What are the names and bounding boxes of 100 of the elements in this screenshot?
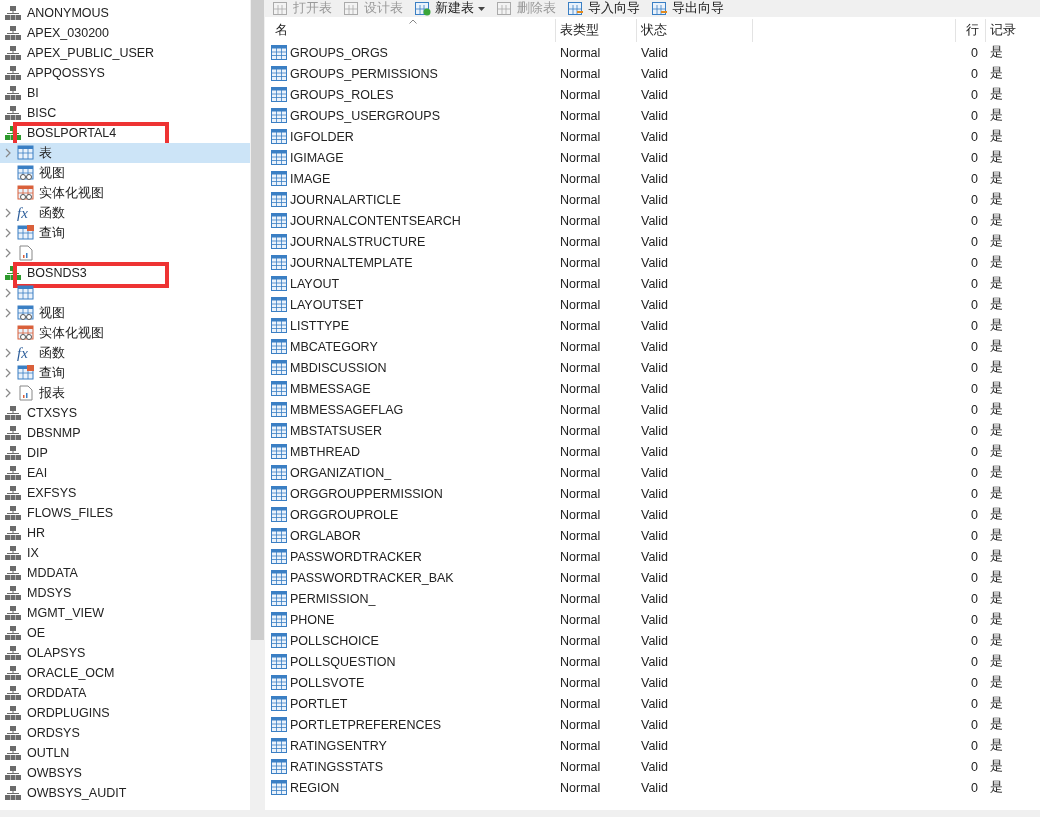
schema-name[interactable]: IX xyxy=(27,545,39,561)
schema-name[interactable]: MDDATA xyxy=(27,565,78,581)
table-name[interactable]: MBCATEGORY xyxy=(290,339,378,354)
table-name[interactable]: JOURNALARTICLE xyxy=(290,192,401,207)
row-count: 0 xyxy=(970,675,979,690)
schema-name[interactable]: OE xyxy=(27,625,46,641)
chevron-icon[interactable] xyxy=(5,228,11,238)
table-name[interactable]: POLLSVOTE xyxy=(290,675,365,690)
schema-name[interactable]: ORDPLUGINS xyxy=(27,705,110,721)
chevron-icon[interactable] xyxy=(5,308,11,318)
schema-name[interactable]: CTXSYS xyxy=(27,405,77,421)
schema-name[interactable]: BOSLPORTAL4 xyxy=(27,125,117,141)
tree-item[interactable]: 视图 xyxy=(0,163,250,183)
chevron-icon[interactable] xyxy=(5,368,11,378)
schema-name[interactable]: BI xyxy=(27,85,39,101)
schema-name[interactable]: HR xyxy=(27,525,46,541)
schema-name[interactable]: MGMT_VIEW xyxy=(27,605,105,621)
table-name[interactable]: JOURNALCONTENTSEARCH xyxy=(290,213,461,228)
table-name[interactable]: MBSTATSUSER xyxy=(290,423,382,438)
table-name[interactable]: GROUPS_USERGROUPS xyxy=(290,108,441,123)
schema-name[interactable]: ANONYMOUS xyxy=(27,5,109,21)
tree-item[interactable]: fx 函数 xyxy=(0,343,250,363)
caret-icon[interactable] xyxy=(478,6,485,11)
tree-item[interactable]: 实体化视图 xyxy=(0,323,250,343)
sort-icon[interactable] xyxy=(409,19,417,24)
table-type: Normal xyxy=(559,129,602,144)
table-name[interactable]: GROUPS_ORGS xyxy=(290,45,388,60)
table-name[interactable]: RATINGSENTRY xyxy=(290,738,387,753)
schema-name[interactable]: EXFSYS xyxy=(27,485,77,501)
schema-name[interactable]: ORACLE_OCM xyxy=(27,665,115,681)
scrollbar-thumb[interactable] xyxy=(250,0,265,640)
table-name[interactable]: MBMESSAGE xyxy=(290,381,371,396)
table-name[interactable]: IGFOLDER xyxy=(290,129,354,144)
table-name[interactable]: ORGANIZATION_ xyxy=(290,465,392,480)
table-icon xyxy=(271,654,287,669)
chevron-icon[interactable] xyxy=(5,388,11,398)
export-table-button[interactable]: 导出向导 xyxy=(650,0,726,17)
table-name[interactable]: ORGGROUPPERMISSION xyxy=(290,486,443,501)
new-table-button[interactable]: 新建表 xyxy=(413,0,487,17)
tree-item[interactable]: 表 xyxy=(0,143,250,163)
schema-name[interactable]: EAI xyxy=(27,465,48,481)
schema-name[interactable]: ORDSYS xyxy=(27,725,80,741)
table-name[interactable]: PHONE xyxy=(290,612,335,627)
tree-item[interactable]: 查询 xyxy=(0,363,250,383)
column-header[interactable]: 行 xyxy=(955,19,985,42)
import-table-button[interactable]: 导入向导 xyxy=(566,0,642,17)
schema-name[interactable]: DIP xyxy=(27,445,48,461)
table-name[interactable]: POLLSQUESTION xyxy=(290,654,396,669)
schema-name[interactable]: APEX_030200 xyxy=(27,25,109,41)
tree-item[interactable]: 视图 xyxy=(0,303,250,323)
table-name[interactable]: POLLSCHOICE xyxy=(290,633,379,648)
table-icon xyxy=(271,423,287,438)
tree-item[interactable]: 报表 xyxy=(0,383,250,403)
chevron-icon[interactable] xyxy=(5,248,11,258)
schema-name[interactable]: APPQOSSYS xyxy=(27,65,105,81)
column-header[interactable]: 表类型 xyxy=(555,19,636,42)
schema-name[interactable]: BOSNDS3 xyxy=(27,265,87,281)
schema-name[interactable]: OWBSYS xyxy=(27,765,82,781)
tree-item[interactable]: fx 函数 xyxy=(0,203,250,223)
table-name[interactable]: IGIMAGE xyxy=(290,150,344,165)
table-name[interactable]: PORTLETPREFERENCES xyxy=(290,717,442,732)
table-name[interactable]: ORGLABOR xyxy=(290,528,361,543)
table-status: Valid xyxy=(640,528,669,543)
table-name[interactable]: PASSWORDTRACKER xyxy=(290,549,422,564)
table-name[interactable]: PASSWORDTRACKER_BAK xyxy=(290,570,454,585)
table-name[interactable]: JOURNALTEMPLATE xyxy=(290,255,413,270)
tree-item[interactable]: 实体化视图 xyxy=(0,183,250,203)
chevron-icon[interactable] xyxy=(5,148,11,158)
table-name[interactable]: REGION xyxy=(290,780,340,795)
chevron-icon[interactable] xyxy=(5,208,11,218)
schema-name[interactable]: FLOWS_FILES xyxy=(27,505,114,521)
table-name[interactable]: LAYOUT xyxy=(290,276,340,291)
chevron-icon[interactable] xyxy=(5,348,11,358)
schema-name[interactable]: DBSNMP xyxy=(27,425,81,441)
table-name[interactable]: JOURNALSTRUCTURE xyxy=(290,234,426,249)
table-name[interactable]: IMAGE xyxy=(290,171,331,186)
table-name[interactable]: PERMISSION_ xyxy=(290,591,376,606)
schema-name[interactable]: OUTLN xyxy=(27,745,70,761)
schema-name[interactable]: APEX_PUBLIC_USER xyxy=(27,45,155,61)
chevron-icon[interactable] xyxy=(5,288,11,298)
table-name[interactable]: LAYOUTSET xyxy=(290,297,364,312)
schema-name[interactable]: BISC xyxy=(27,105,57,121)
schema-name[interactable]: OLAPSYS xyxy=(27,645,86,661)
schema-name[interactable]: OWBSYS_AUDIT xyxy=(27,785,127,801)
column-header[interactable]: 记录 xyxy=(985,19,1040,42)
table-name[interactable]: LISTTYPE xyxy=(290,318,350,333)
column-header[interactable]: 名 xyxy=(271,19,555,42)
table-name[interactable]: MBTHREAD xyxy=(290,444,361,459)
column-header[interactable]: 状态 xyxy=(636,19,752,42)
table-name[interactable]: MBDISCUSSION xyxy=(290,360,387,375)
table-status: Valid xyxy=(640,465,669,480)
table-name[interactable]: RATINGSSTATS xyxy=(290,759,384,774)
table-name[interactable]: ORGGROUPROLE xyxy=(290,507,399,522)
schema-name[interactable]: ORDDATA xyxy=(27,685,87,701)
table-name[interactable]: PORTLET xyxy=(290,696,348,711)
table-name[interactable]: GROUPS_PERMISSIONS xyxy=(290,66,438,81)
table-name[interactable]: GROUPS_ROLES xyxy=(290,87,394,102)
schema-name[interactable]: MDSYS xyxy=(27,585,72,601)
tree-item[interactable]: 查询 xyxy=(0,223,250,243)
table-name[interactable]: MBMESSAGEFLAG xyxy=(290,402,404,417)
